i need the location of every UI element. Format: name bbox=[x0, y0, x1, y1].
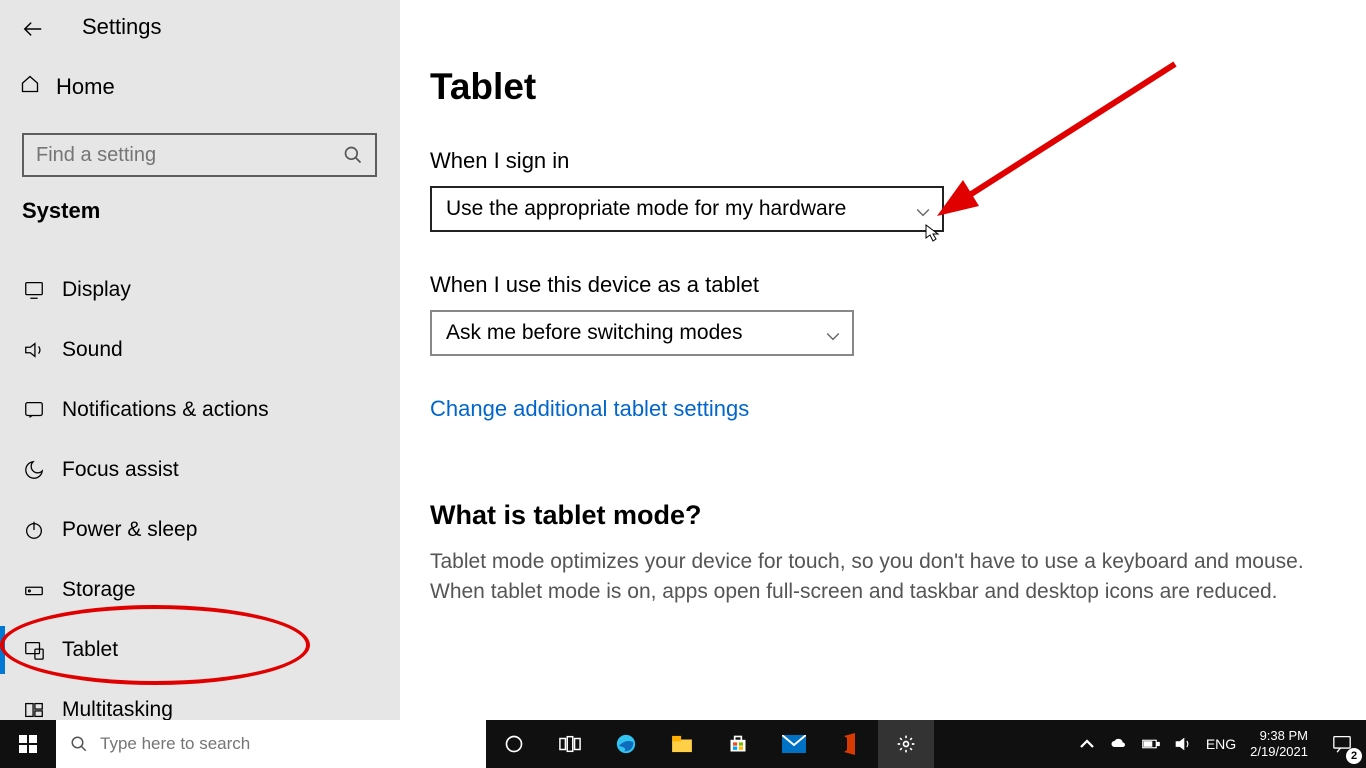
battery-icon[interactable] bbox=[1142, 735, 1160, 753]
settings-content: Tablet When I sign in Use the appropriat… bbox=[430, 0, 1366, 720]
signin-dropdown[interactable]: Use the appropriate mode for my hardware bbox=[430, 186, 944, 232]
sidebar-item-label: Tablet bbox=[62, 638, 118, 662]
sidebar-item-label: Sound bbox=[62, 338, 123, 362]
volume-icon[interactable] bbox=[1174, 735, 1192, 753]
settings-taskbar-button[interactable] bbox=[878, 720, 934, 768]
sidebar-item-label: Storage bbox=[62, 578, 136, 602]
onedrive-icon[interactable] bbox=[1110, 735, 1128, 753]
system-tray[interactable]: ENG 9:38 PM 2/19/2021 bbox=[1068, 720, 1318, 768]
focus-icon bbox=[22, 459, 46, 481]
signin-value: Use the appropriate mode for my hardware bbox=[446, 197, 846, 221]
notification-badge: 2 bbox=[1346, 748, 1362, 764]
sidebar-item-display[interactable]: Display bbox=[0, 260, 400, 320]
category-header: System bbox=[22, 198, 100, 224]
tray-chevron-icon[interactable] bbox=[1078, 735, 1096, 753]
taskbar: ENG 9:38 PM 2/19/2021 2 bbox=[0, 720, 1366, 768]
task-view-button[interactable] bbox=[542, 720, 598, 768]
notifications-icon bbox=[22, 399, 46, 421]
clock-time: 9:38 PM bbox=[1250, 728, 1308, 744]
sidebar-item-label: Power & sleep bbox=[62, 518, 197, 542]
store-button[interactable] bbox=[710, 720, 766, 768]
device-label: When I use this device as a tablet bbox=[430, 272, 1366, 298]
sidebar-item-label: Display bbox=[62, 278, 131, 302]
mail-button[interactable] bbox=[766, 720, 822, 768]
file-explorer-button[interactable] bbox=[654, 720, 710, 768]
sound-icon bbox=[22, 339, 46, 361]
search-icon bbox=[343, 145, 363, 165]
tablet-icon bbox=[22, 639, 46, 661]
office-button[interactable] bbox=[822, 720, 878, 768]
multitasking-icon bbox=[22, 699, 46, 721]
device-value: Ask me before switching modes bbox=[446, 321, 742, 345]
display-icon bbox=[22, 279, 46, 301]
sidebar-item-tablet[interactable]: Tablet bbox=[0, 620, 400, 680]
sidebar-item-label: Multitasking bbox=[62, 698, 173, 722]
start-button[interactable] bbox=[0, 720, 56, 768]
search-icon bbox=[70, 735, 88, 753]
sidebar-item-label: Focus assist bbox=[62, 458, 179, 482]
sidebar-item-sound[interactable]: Sound bbox=[0, 320, 400, 380]
search-input[interactable] bbox=[36, 144, 343, 167]
what-description: Tablet mode optimizes your device for to… bbox=[430, 547, 1340, 608]
home-icon bbox=[20, 74, 40, 100]
settings-search[interactable] bbox=[22, 133, 377, 177]
edge-button[interactable] bbox=[598, 720, 654, 768]
language-indicator[interactable]: ENG bbox=[1206, 736, 1236, 752]
device-dropdown[interactable]: Ask me before switching modes bbox=[430, 310, 854, 356]
power-icon bbox=[22, 519, 46, 541]
chevron-down-icon bbox=[916, 202, 930, 216]
settings-sidebar: Settings Home System Display Sound Notif… bbox=[0, 0, 400, 720]
storage-icon bbox=[22, 579, 46, 601]
signin-label: When I sign in bbox=[430, 148, 1366, 174]
additional-settings-link[interactable]: Change additional tablet settings bbox=[430, 396, 749, 422]
taskbar-search[interactable] bbox=[56, 720, 486, 768]
taskbar-search-input[interactable] bbox=[100, 734, 472, 754]
home-label: Home bbox=[56, 74, 115, 100]
sidebar-item-power[interactable]: Power & sleep bbox=[0, 500, 400, 560]
chevron-down-icon bbox=[826, 326, 840, 340]
sidebar-item-storage[interactable]: Storage bbox=[0, 560, 400, 620]
cortana-button[interactable] bbox=[486, 720, 542, 768]
home-nav[interactable]: Home bbox=[20, 74, 115, 100]
window-title: Settings bbox=[82, 14, 162, 40]
sidebar-item-notifications[interactable]: Notifications & actions bbox=[0, 380, 400, 440]
page-heading: Tablet bbox=[430, 66, 1366, 108]
clock-date: 2/19/2021 bbox=[1250, 744, 1308, 760]
what-heading: What is tablet mode? bbox=[430, 500, 1366, 531]
action-center-button[interactable]: 2 bbox=[1318, 720, 1366, 768]
sidebar-item-focus[interactable]: Focus assist bbox=[0, 440, 400, 500]
back-button[interactable] bbox=[22, 18, 44, 46]
sidebar-item-label: Notifications & actions bbox=[62, 398, 269, 422]
taskbar-clock[interactable]: 9:38 PM 2/19/2021 bbox=[1250, 728, 1308, 761]
